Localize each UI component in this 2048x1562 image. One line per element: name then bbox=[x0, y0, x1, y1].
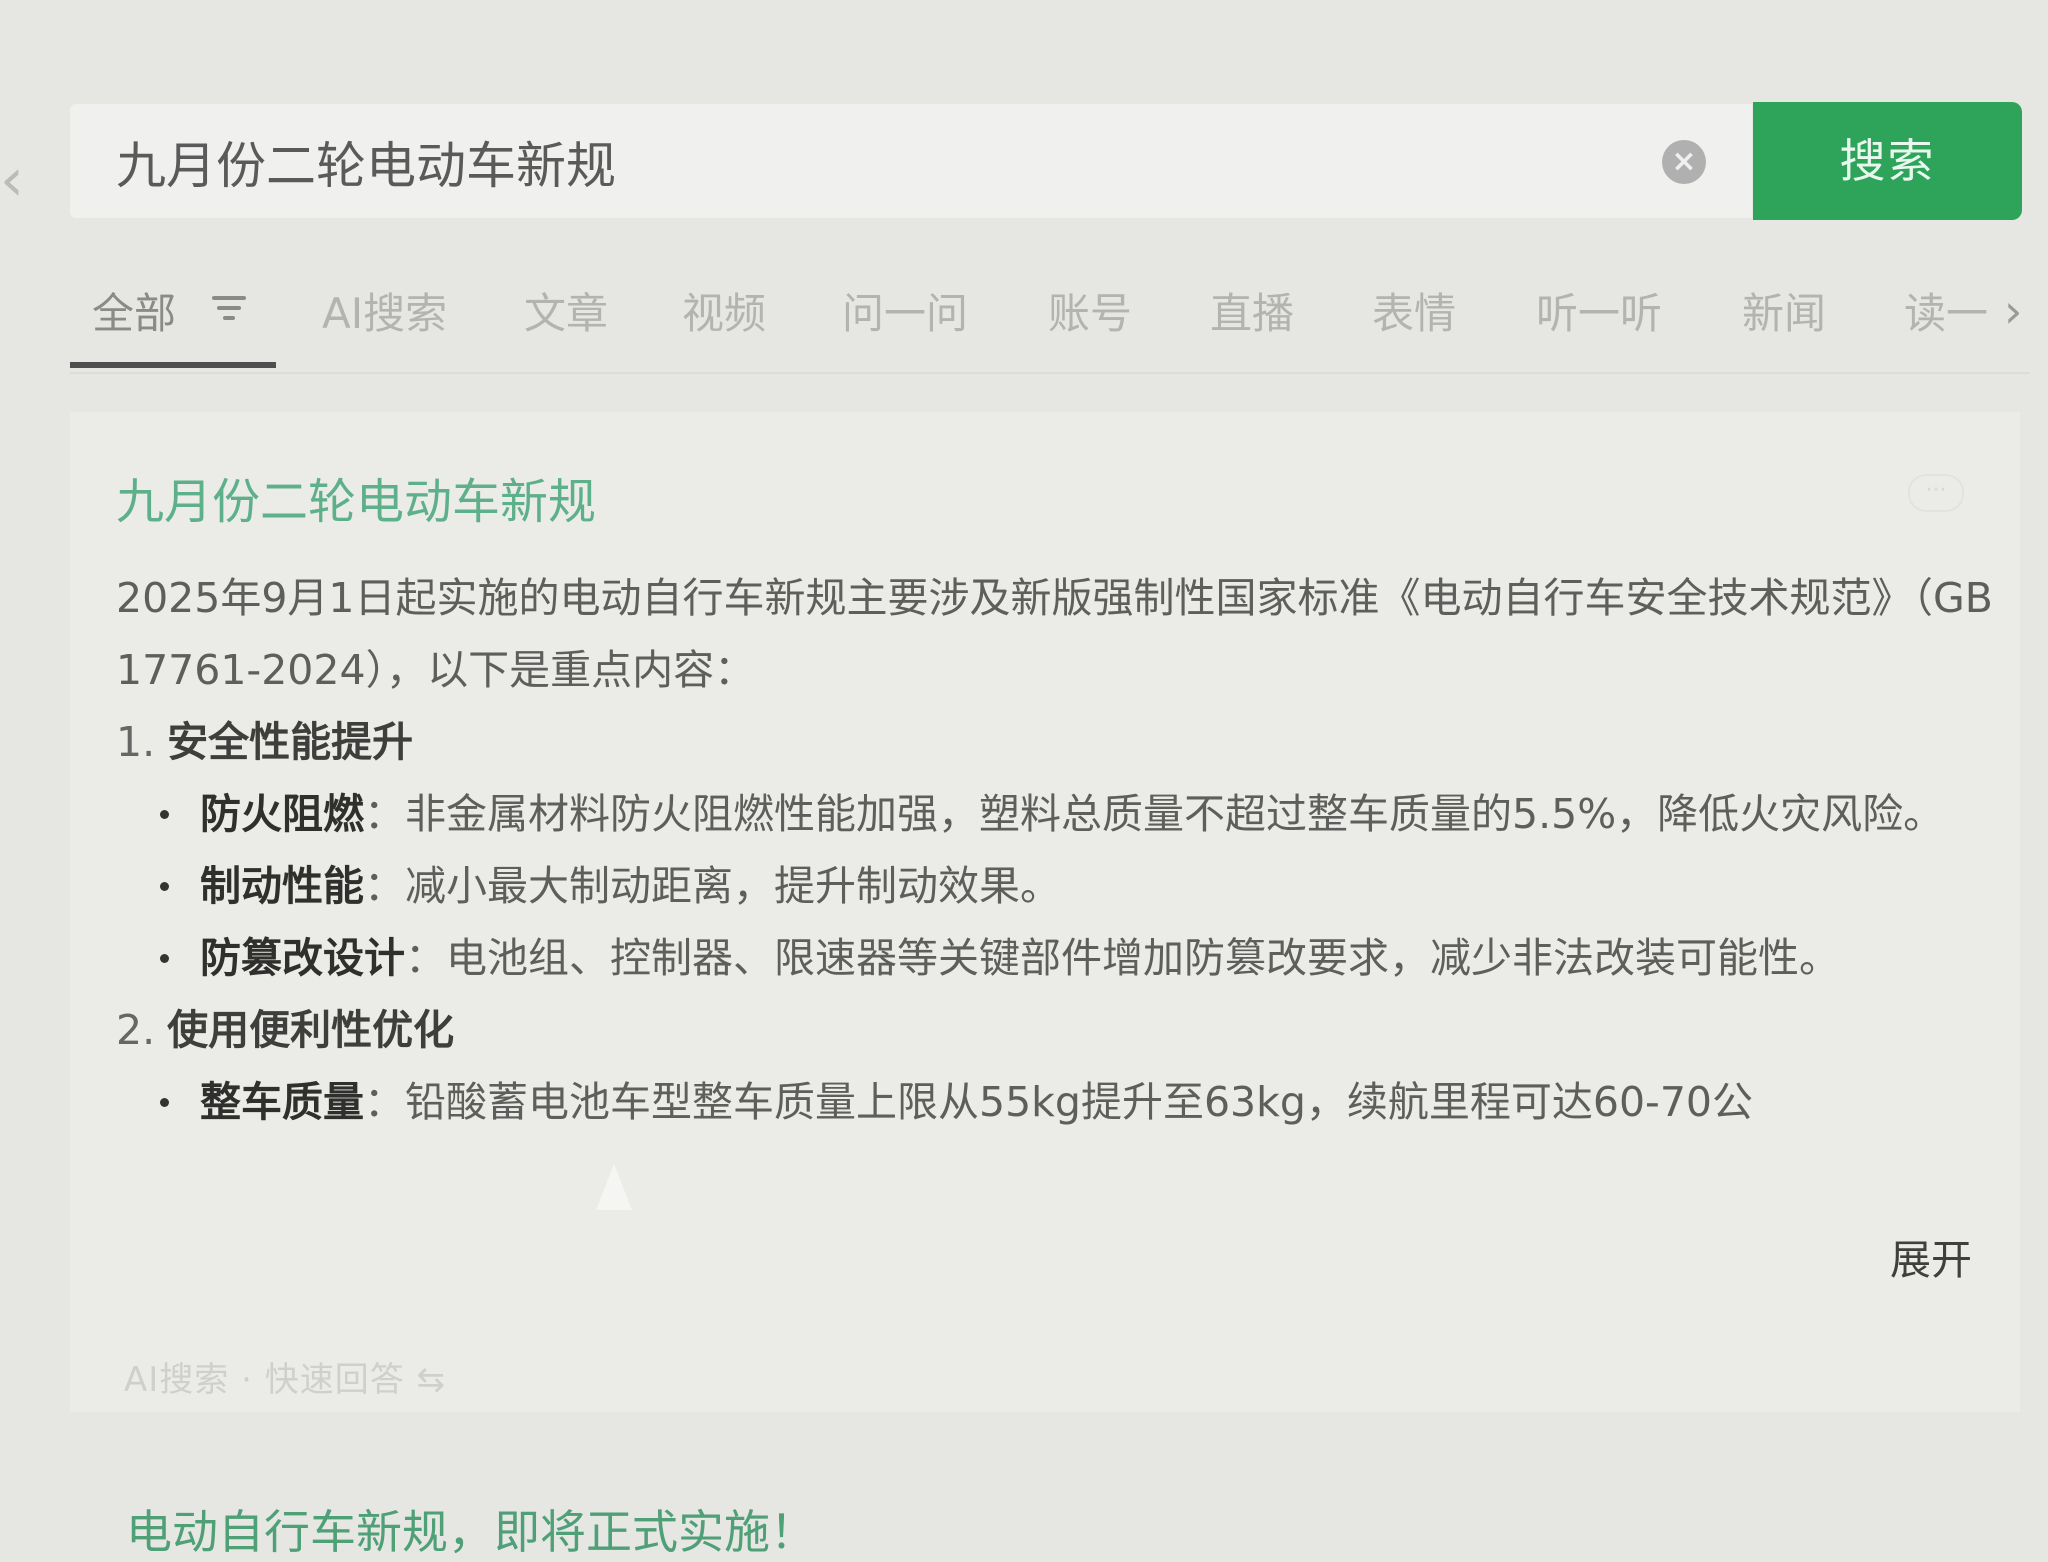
mouse-cursor-icon bbox=[596, 1164, 632, 1210]
tab-listen[interactable]: 听一听 bbox=[1536, 280, 1662, 341]
tab-articles[interactable]: 文章 bbox=[524, 280, 608, 341]
search-button[interactable]: 搜索 bbox=[1753, 102, 2022, 220]
answer-intro: 2025年9月1日起实施的电动自行车新规主要涉及新版强制性国家标准《电动自行车安… bbox=[116, 574, 1993, 694]
tab-videos[interactable]: 视频 bbox=[682, 280, 766, 341]
tab-bar: 全部 AI搜索 文章 视频 问一问 账号 直播 表情 听一听 新闻 读一 › bbox=[70, 262, 2030, 374]
result-title[interactable]: 九月份二轮电动车新规 bbox=[116, 462, 596, 532]
section-heading: 2. 使用便利性优化 bbox=[116, 994, 1996, 1066]
tab-read[interactable]: 读一 bbox=[1904, 280, 1988, 341]
item-term: 防篡改设计 bbox=[200, 934, 405, 982]
list-item: 防火阻燃：非金属材料防火阻燃性能加强，塑料总质量不超过整车质量的5.5%，降低火… bbox=[116, 778, 1996, 850]
search-input[interactable] bbox=[114, 104, 1618, 220]
chevron-right-icon[interactable]: › bbox=[2004, 284, 2022, 338]
next-result-title[interactable]: 电动自行车新规，即将正式实施！ bbox=[126, 1496, 816, 1562]
tab-ask[interactable]: 问一问 bbox=[842, 280, 968, 341]
tab-accounts[interactable]: 账号 bbox=[1048, 280, 1132, 341]
item-term: 防火阻燃 bbox=[200, 790, 364, 838]
active-tab-indicator bbox=[70, 362, 276, 368]
item-term: 整车质量 bbox=[200, 1078, 364, 1126]
answer-content: 2025年9月1日起实施的电动自行车新规主要涉及新版强制性国家标准《电动自行车安… bbox=[116, 562, 1996, 1138]
filter-icon[interactable] bbox=[212, 296, 246, 322]
item-text: ：减小最大制动距离，提升制动效果。 bbox=[364, 862, 1061, 910]
ai-footer-label[interactable]: AI搜索 · 快速回答 ⇆ bbox=[124, 1352, 446, 1401]
tab-all[interactable]: 全部 bbox=[92, 280, 176, 341]
section-number: 1. bbox=[116, 718, 156, 766]
section-number: 2. bbox=[116, 1006, 156, 1054]
item-text: ：非金属材料防火阻燃性能加强，塑料总质量不超过整车质量的5.5%，降低火灾风险。 bbox=[364, 790, 1945, 838]
list-item: 防篡改设计：电池组、控制器、限速器等关键部件增加防篡改要求，减少非法改装可能性。 bbox=[116, 922, 1996, 994]
back-chevron-icon[interactable]: ‹ bbox=[0, 150, 30, 210]
section-title: 使用便利性优化 bbox=[167, 1006, 455, 1054]
more-options-icon[interactable]: ··· bbox=[1908, 474, 1964, 512]
tab-stickers[interactable]: 表情 bbox=[1372, 280, 1456, 341]
list-item: 制动性能：减小最大制动距离，提升制动效果。 bbox=[116, 850, 1996, 922]
item-text: ：铅酸蓄电池车型整车质量上限从55kg提升至63kg，续航里程可达60-70公 bbox=[364, 1078, 1754, 1126]
search-bar: × 搜索 bbox=[70, 102, 2022, 220]
tab-live[interactable]: 直播 bbox=[1210, 280, 1294, 341]
ai-answer-card: 九月份二轮电动车新规 ··· 2025年9月1日起实施的电动自行车新规主要涉及新… bbox=[70, 412, 2020, 1412]
section-title: 安全性能提升 bbox=[167, 718, 414, 766]
item-text: ：电池组、控制器、限速器等关键部件增加防篡改要求，减少非法改装可能性。 bbox=[405, 934, 1840, 982]
section-heading: 1. 安全性能提升 bbox=[116, 706, 1996, 778]
expand-button[interactable]: 展开 bbox=[1880, 1226, 1972, 1286]
tab-ai-search[interactable]: AI搜索 bbox=[322, 280, 447, 341]
tab-news[interactable]: 新闻 bbox=[1742, 280, 1826, 341]
clear-icon[interactable]: × bbox=[1662, 140, 1706, 184]
item-term: 制动性能 bbox=[200, 862, 364, 910]
search-box: × bbox=[70, 104, 1752, 220]
list-item: 整车质量：铅酸蓄电池车型整车质量上限从55kg提升至63kg，续航里程可达60-… bbox=[116, 1066, 1960, 1138]
